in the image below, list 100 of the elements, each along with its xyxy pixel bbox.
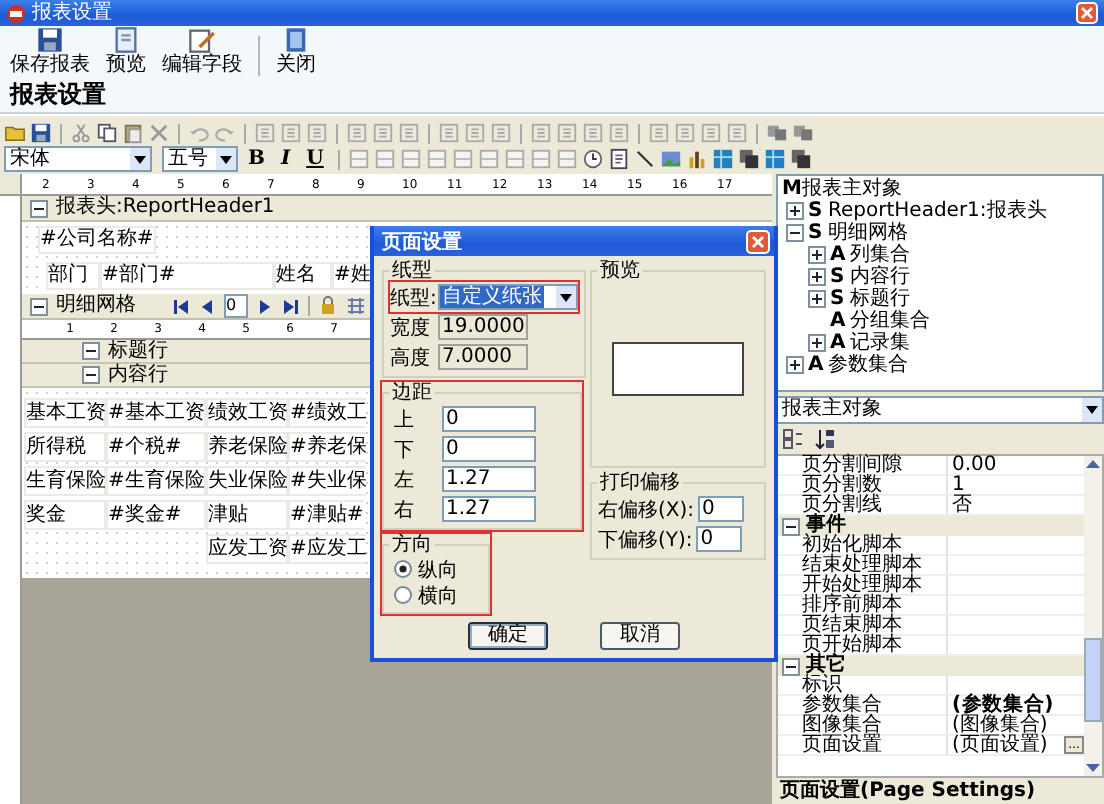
- border-icon[interactable]: [503, 148, 526, 170]
- toolbar-button[interactable]: 保存报表: [4, 26, 96, 76]
- line-icon[interactable]: [633, 148, 656, 170]
- tree-item[interactable]: 列集合: [850, 244, 910, 266]
- text-box[interactable]: 所得税: [24, 432, 106, 462]
- sort-icon[interactable]: [814, 428, 836, 450]
- align-icon[interactable]: [398, 122, 420, 144]
- text-box[interactable]: #津贴#: [288, 500, 364, 530]
- paper-dropdown[interactable]: 自定义纸张: [438, 284, 578, 310]
- text-box[interactable]: #公司名称#: [38, 226, 156, 254]
- categorized-icon[interactable]: [782, 428, 804, 450]
- toolbar-button[interactable]: 关闭: [270, 26, 322, 76]
- input-field[interactable]: 7.0000: [438, 344, 528, 370]
- scroll-up-icon[interactable]: [1086, 458, 1100, 470]
- close-icon[interactable]: [1076, 2, 1098, 24]
- text-box[interactable]: #个税#: [106, 432, 206, 462]
- document-icon[interactable]: [607, 148, 630, 170]
- border-icon[interactable]: [477, 148, 500, 170]
- style-button[interactable]: U: [300, 148, 330, 170]
- redo-icon[interactable]: [214, 122, 236, 144]
- tree-item[interactable]: 记录集: [850, 332, 910, 354]
- input-field[interactable]: 0: [696, 526, 743, 552]
- stack-icon[interactable]: [789, 148, 812, 170]
- text-box[interactable]: 奖金: [24, 500, 106, 530]
- align-icon[interactable]: [306, 122, 328, 144]
- expand-icon[interactable]: [786, 356, 804, 374]
- border-icon[interactable]: [451, 148, 474, 170]
- text-box[interactable]: 养老保险: [206, 432, 288, 462]
- toolbar-button[interactable]: 编辑字段: [156, 26, 248, 76]
- collapse-icon[interactable]: [82, 342, 100, 360]
- align-icon[interactable]: [280, 122, 302, 144]
- tree-item[interactable]: 分组集合: [850, 310, 930, 332]
- copy-icon[interactable]: [96, 122, 118, 144]
- scroll-down-icon[interactable]: [1086, 762, 1100, 774]
- text-box[interactable]: #生育保险: [106, 466, 206, 496]
- input-field[interactable]: 0: [442, 406, 536, 432]
- input-field[interactable]: 19.0000: [438, 314, 528, 340]
- dialog-button[interactable]: 确定: [468, 622, 548, 650]
- text-box[interactable]: #失业保: [288, 466, 367, 496]
- expand-icon[interactable]: [808, 334, 826, 352]
- scrollbar[interactable]: [1084, 456, 1102, 776]
- text-box[interactable]: #应发工: [288, 534, 367, 564]
- tree-item[interactable]: ReportHeader1:报表头: [828, 200, 1047, 222]
- text-box[interactable]: #部门#: [100, 262, 274, 290]
- layer-icon[interactable]: [766, 122, 788, 144]
- close-icon[interactable]: [746, 229, 770, 253]
- align-icon[interactable]: [346, 122, 368, 144]
- edit-icon[interactable]: [188, 26, 216, 54]
- text-box[interactable]: #姓: [332, 262, 373, 290]
- border-icon[interactable]: [373, 148, 396, 170]
- tree-item[interactable]: 参数集合: [828, 354, 908, 376]
- border-icon[interactable]: [529, 148, 552, 170]
- expand-icon[interactable]: [808, 268, 826, 286]
- first-page-icon[interactable]: [172, 297, 190, 315]
- paste-icon[interactable]: [122, 122, 144, 144]
- door-icon[interactable]: [282, 26, 310, 54]
- text-box[interactable]: 失业保险: [206, 466, 288, 496]
- text-box[interactable]: 津贴: [206, 500, 288, 530]
- collapse-icon[interactable]: [782, 657, 800, 675]
- align-icon[interactable]: [464, 122, 486, 144]
- bar-chart-icon[interactable]: [685, 148, 708, 170]
- collapse-icon[interactable]: [30, 297, 48, 315]
- align-icon[interactable]: [530, 122, 552, 144]
- text-box[interactable]: 部门: [46, 262, 100, 290]
- toolbar-button[interactable]: 预览: [100, 26, 152, 76]
- text-box[interactable]: 绩效工资: [206, 398, 288, 428]
- radio-button[interactable]: [394, 586, 412, 604]
- text-box[interactable]: 基本工资: [24, 398, 106, 428]
- border-icon[interactable]: [347, 148, 370, 170]
- size-dropdown[interactable]: 五号: [162, 146, 238, 172]
- align-icon[interactable]: [438, 122, 460, 144]
- text-box[interactable]: #养老保: [288, 432, 367, 462]
- input-field[interactable]: 0: [442, 436, 536, 462]
- border-icon[interactable]: [399, 148, 422, 170]
- save-icon[interactable]: [30, 122, 52, 144]
- collapse-icon[interactable]: [786, 224, 804, 242]
- collapse-icon[interactable]: [30, 199, 48, 217]
- align-icon[interactable]: [254, 122, 276, 144]
- tree-item[interactable]: 明细网格: [828, 222, 908, 244]
- style-button[interactable]: B: [242, 148, 271, 170]
- input-field[interactable]: 0: [698, 496, 745, 522]
- text-box[interactable]: 应发工资: [206, 534, 288, 564]
- text-box[interactable]: 生育保险: [24, 466, 106, 496]
- stack-icon[interactable]: [737, 148, 760, 170]
- align-icon[interactable]: [490, 122, 512, 144]
- border-icon[interactable]: [425, 148, 448, 170]
- dialog-button[interactable]: 取消: [600, 622, 680, 650]
- layer-icon[interactable]: [792, 122, 814, 144]
- collapse-icon[interactable]: [782, 517, 800, 535]
- clock-icon[interactable]: [581, 148, 604, 170]
- expand-icon[interactable]: [808, 290, 826, 308]
- lock-icon[interactable]: [318, 296, 338, 316]
- tree-item[interactable]: 标题行: [850, 288, 910, 310]
- page-field[interactable]: 0: [224, 294, 248, 318]
- input-field[interactable]: 1.27: [442, 466, 536, 492]
- collapse-icon[interactable]: [82, 366, 100, 384]
- style-button[interactable]: I: [274, 148, 297, 170]
- grid-icon[interactable]: [346, 296, 366, 316]
- text-box[interactable]: #基本工资: [106, 398, 206, 428]
- expand-icon[interactable]: [786, 202, 804, 220]
